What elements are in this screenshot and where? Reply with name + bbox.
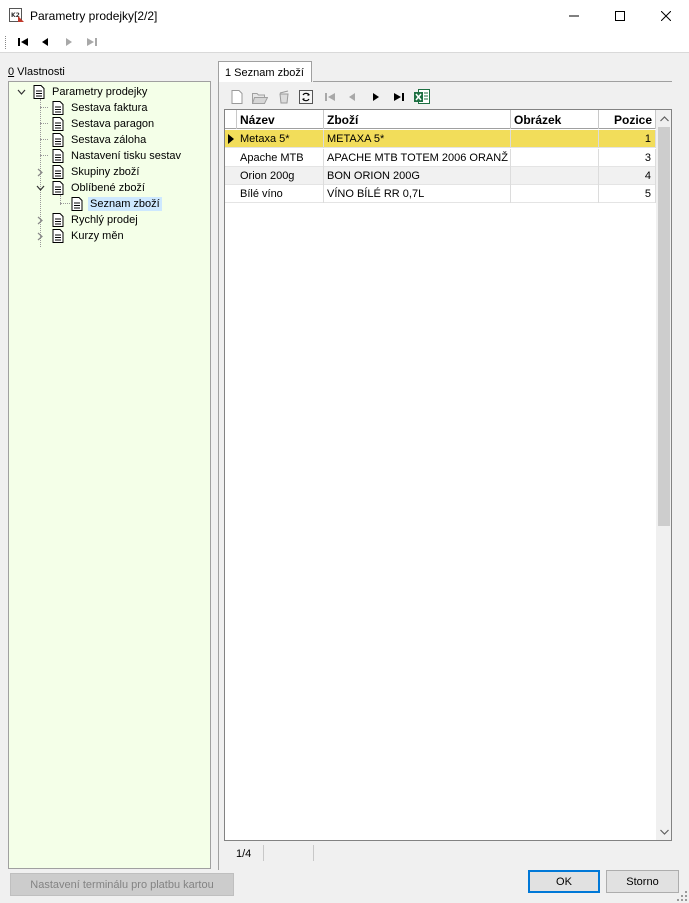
- document-icon: [33, 85, 45, 99]
- tree-item-parametry-prodejky[interactable]: Parametry prodejky: [33, 84, 149, 100]
- chevron-down-icon: [659, 829, 669, 835]
- grid-last-record-button[interactable]: [390, 89, 407, 105]
- document-icon: [52, 165, 64, 179]
- document-icon: [52, 101, 64, 115]
- first-record-button[interactable]: [15, 35, 31, 49]
- close-button[interactable]: [643, 0, 689, 31]
- document-icon: [52, 229, 64, 243]
- window-title: Parametry prodejky[2/2]: [30, 9, 158, 23]
- properties-label: 0 Vlastnosti: [8, 66, 65, 78]
- delete-button[interactable]: [275, 89, 292, 105]
- table-row[interactable]: Orion 200g BON ORION 200G 4: [225, 167, 656, 185]
- grid-first-record-button[interactable]: [321, 89, 338, 105]
- toolbar-grip: [5, 36, 7, 49]
- status-cell-empty: [264, 845, 314, 861]
- maximize-icon: [615, 10, 625, 21]
- scroll-up-button[interactable]: [656, 110, 671, 127]
- tree-connector: [60, 203, 70, 204]
- document-icon: [52, 133, 64, 147]
- tab-strip-line: [313, 81, 672, 82]
- expand-chevron-icon[interactable]: [36, 216, 45, 225]
- document-icon: [71, 197, 83, 211]
- tree-connector: [40, 107, 48, 108]
- grid-previous-record-button[interactable]: [343, 89, 360, 105]
- terminal-settings-button[interactable]: Nastavení terminálu pro platbu kartou: [10, 873, 234, 896]
- document-icon: [52, 181, 64, 195]
- title-bar: K2 Parametry prodejky[2/2]: [0, 0, 689, 31]
- column-header-zbozi[interactable]: Zboží: [324, 110, 511, 129]
- tree-item-oblibene-zbozi[interactable]: Oblíbené zboží: [52, 180, 147, 196]
- tree-connector: [40, 139, 48, 140]
- new-document-icon: [231, 90, 242, 104]
- scroll-down-button[interactable]: [656, 823, 671, 840]
- document-icon: [52, 149, 64, 163]
- last-record-icon: [87, 38, 97, 46]
- tree-connector: [40, 123, 48, 124]
- tree-item-seznam-zbozi[interactable]: Seznam zboží: [71, 196, 162, 212]
- next-record-icon: [372, 93, 379, 101]
- open-folder-icon: [251, 92, 268, 104]
- record-navigation-toolbar: [0, 31, 689, 53]
- resize-grip-icon[interactable]: [676, 890, 688, 902]
- document-icon: [52, 213, 64, 227]
- tree-item-sestava-paragon[interactable]: Sestava paragon: [52, 116, 156, 132]
- excel-icon: [413, 89, 430, 104]
- column-header-nazev[interactable]: Název: [237, 110, 324, 129]
- tree-item-skupiny-zbozi[interactable]: Skupiny zboží: [52, 164, 141, 180]
- tree-item-nastaveni-tisku-sestav[interactable]: Nastavení tisku sestav: [52, 148, 183, 164]
- tree-connector: [40, 155, 48, 156]
- minimize-icon: [569, 15, 579, 16]
- cancel-button[interactable]: Storno: [606, 870, 679, 893]
- next-record-icon: [66, 38, 72, 46]
- tree-item-sestava-faktura[interactable]: Sestava faktura: [52, 100, 149, 116]
- ok-button[interactable]: OK: [528, 870, 600, 893]
- grid-next-record-button[interactable]: [367, 89, 384, 105]
- record-counter: 1/4: [224, 845, 264, 861]
- scrollbar-thumb[interactable]: [658, 127, 670, 526]
- grid-header: Název Zboží Obrázek Pozice: [225, 110, 656, 129]
- row-indicator-header: [225, 110, 237, 129]
- next-record-button[interactable]: [61, 35, 77, 49]
- collapse-chevron-icon[interactable]: [17, 88, 26, 97]
- minimize-button[interactable]: [551, 0, 597, 31]
- expand-chevron-icon[interactable]: [36, 168, 45, 177]
- close-icon: [661, 10, 671, 21]
- collapse-chevron-icon[interactable]: [36, 184, 45, 193]
- export-excel-button[interactable]: [413, 89, 430, 105]
- vertical-scrollbar[interactable]: [656, 110, 671, 840]
- goods-grid[interactable]: Název Zboží Obrázek Pozice Metaxa 5* MET…: [224, 109, 672, 841]
- tree-item-sestava-zaloha[interactable]: Sestava záloha: [52, 132, 148, 148]
- expand-chevron-icon[interactable]: [36, 232, 45, 241]
- chevron-up-icon: [659, 115, 669, 121]
- last-record-button[interactable]: [84, 35, 100, 49]
- document-icon: [52, 117, 64, 131]
- trash-icon: [278, 90, 289, 104]
- current-row-indicator-icon: [225, 130, 237, 148]
- refresh-icon: [298, 90, 313, 104]
- table-row[interactable]: Metaxa 5* METAXA 5* 1: [225, 130, 656, 148]
- refresh-button[interactable]: [297, 89, 314, 105]
- k2-app-icon: K2: [9, 8, 24, 22]
- column-header-pozice[interactable]: Pozice: [599, 110, 656, 129]
- first-record-icon: [324, 93, 335, 101]
- open-button[interactable]: [251, 89, 268, 105]
- previous-record-icon: [348, 93, 355, 101]
- previous-record-button[interactable]: [37, 35, 53, 49]
- last-record-icon: [393, 93, 404, 101]
- table-row[interactable]: Bílé víno VÍNO BÍLÉ RR 0,7L 5: [225, 185, 656, 203]
- previous-record-icon: [42, 38, 48, 46]
- table-row[interactable]: Apache MTB APACHE MTB TOTEM 2006 ORANŽ 3: [225, 149, 656, 167]
- tree-item-kurzy-men[interactable]: Kurzy měn: [52, 228, 126, 244]
- tree-item-rychly-prodej[interactable]: Rychlý prodej: [52, 212, 140, 228]
- maximize-button[interactable]: [597, 0, 643, 31]
- tab-seznam-zbozi[interactable]: 1 Seznam zboží: [218, 61, 312, 82]
- status-bar: 1/4: [224, 843, 672, 863]
- properties-tree: Parametry prodejky Sestava faktura Sesta…: [8, 81, 211, 869]
- new-record-button[interactable]: [228, 89, 245, 105]
- first-record-icon: [18, 38, 28, 46]
- column-header-obrazek[interactable]: Obrázek: [511, 110, 599, 129]
